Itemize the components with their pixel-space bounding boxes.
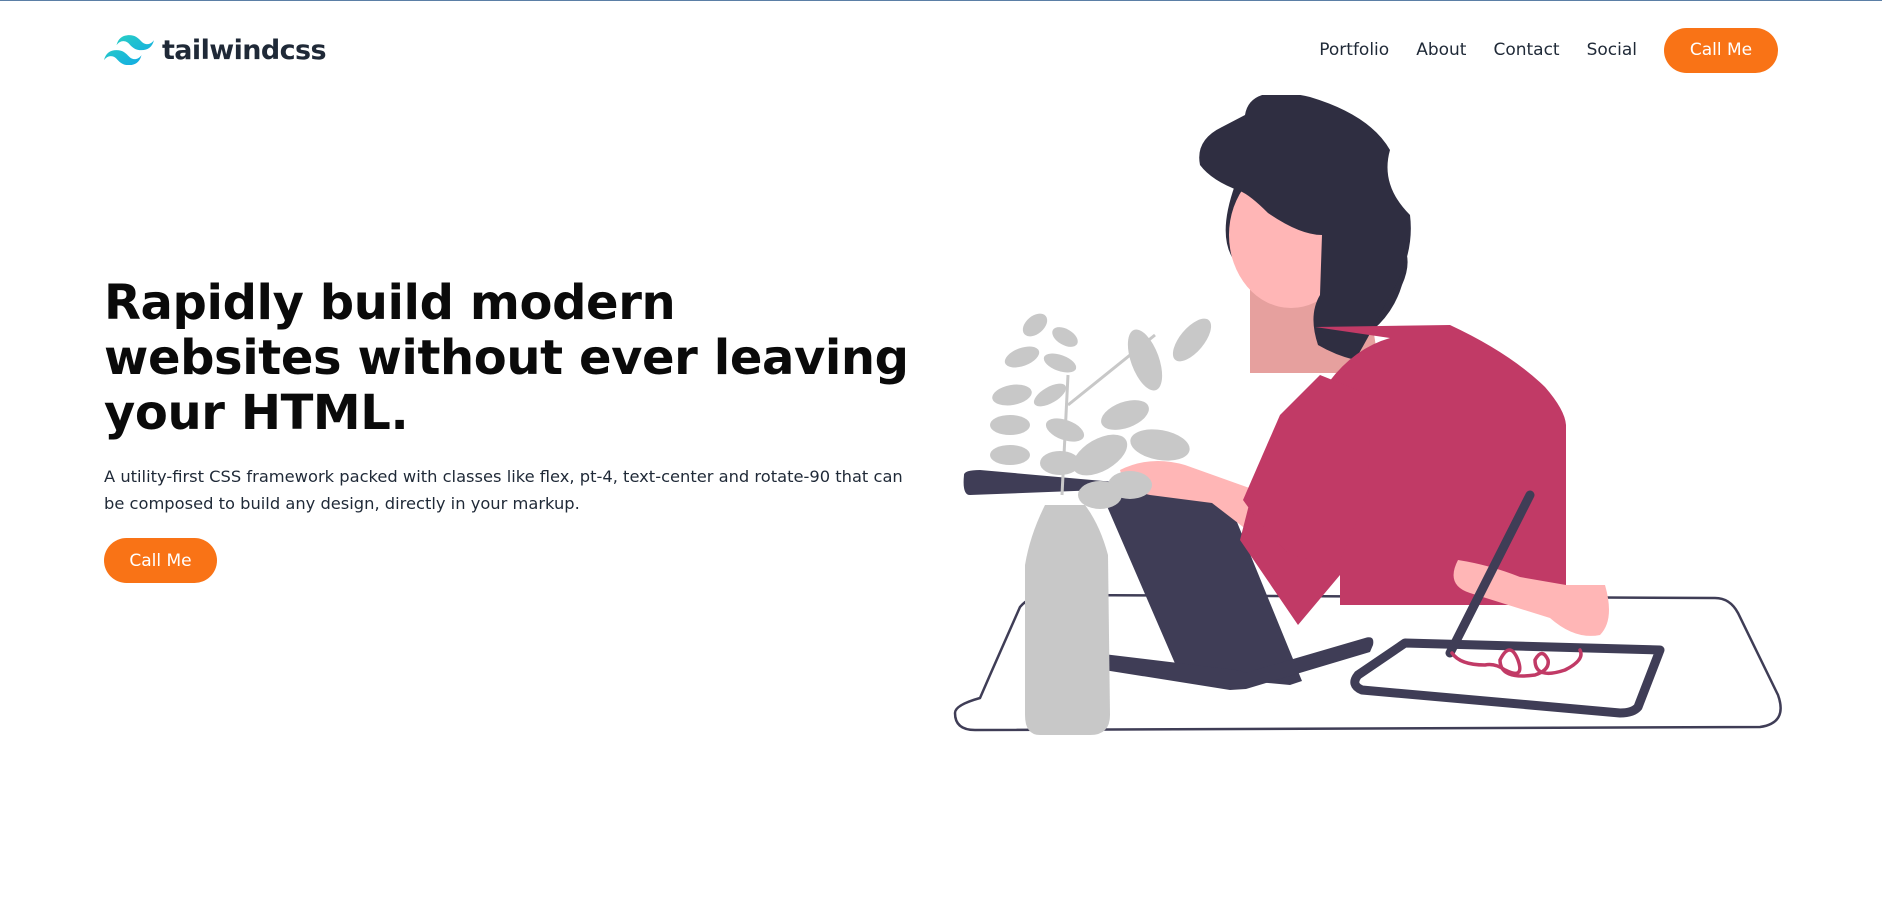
brand-name: tailwindcss: [162, 34, 327, 66]
hero-subtitle: A utility-first CSS framework packed wit…: [104, 467, 903, 513]
vase: [1025, 505, 1110, 735]
landing-page: tailwindcss Portfolio About Contact Soci…: [0, 0, 1882, 900]
top-border: [0, 0, 1882, 1]
nav-link-portfolio[interactable]: Portfolio: [1319, 40, 1389, 60]
nav-link-contact[interactable]: Contact: [1493, 40, 1559, 60]
hero-call-me-button[interactable]: Call Me: [104, 538, 217, 583]
woman-working-illustration: [953, 95, 1782, 735]
navbar: tailwindcss Portfolio About Contact Soci…: [104, 26, 1778, 74]
nav-link-social[interactable]: Social: [1587, 40, 1637, 60]
brand[interactable]: tailwindcss: [104, 34, 327, 66]
nav-link-about[interactable]: About: [1416, 40, 1466, 60]
hero-section: Rapidly build modern websites without ev…: [104, 276, 924, 583]
hero-title: Rapidly build modern websites without ev…: [104, 275, 909, 441]
tailwind-wave-icon: [104, 35, 154, 65]
nav-call-me-button[interactable]: Call Me: [1664, 27, 1778, 73]
nav-menu: Portfolio About Contact Social Call Me: [1319, 27, 1778, 73]
